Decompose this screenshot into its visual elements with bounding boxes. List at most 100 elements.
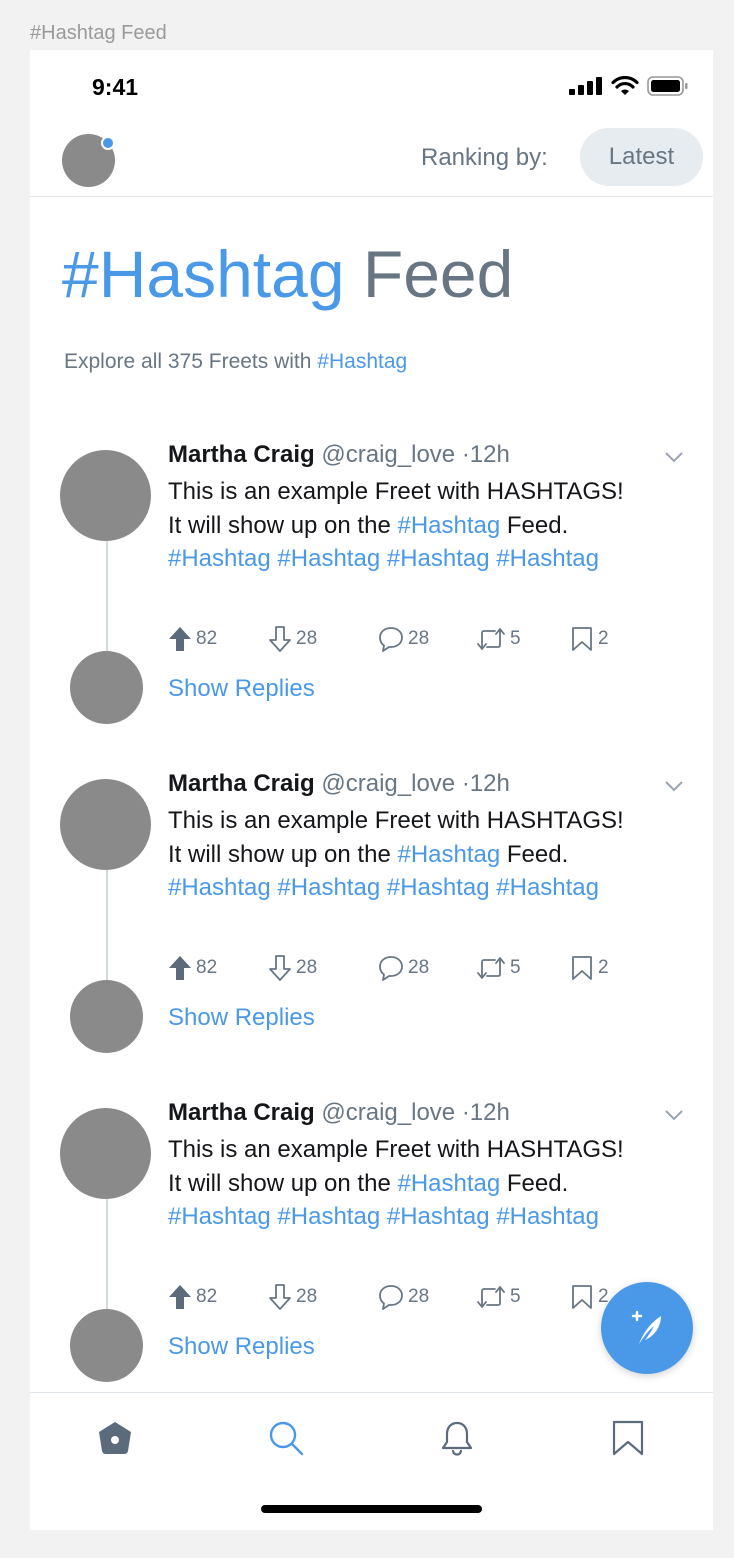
comment-count: 28 <box>408 957 430 978</box>
freet-header: Martha Craig @craig_love ·12h <box>168 1099 510 1127</box>
freet-actions: 82 28 28 5 2 <box>168 954 638 982</box>
refreet-icon <box>477 957 505 979</box>
author-name[interactable]: Martha Craig <box>168 1099 315 1126</box>
hashtag-link[interactable]: #Hashtag <box>168 545 271 572</box>
refreet-icon <box>477 628 505 650</box>
tab-notifications[interactable] <box>432 1413 482 1463</box>
tab-bookmarks[interactable] <box>603 1413 653 1463</box>
hashtag-link[interactable]: #Hashtag <box>277 545 380 572</box>
upvote-button[interactable]: 82 <box>168 1283 217 1311</box>
freet-header: Martha Craig @craig_love ·12h <box>168 770 510 798</box>
chevron-down-icon[interactable] <box>664 451 684 463</box>
hashtag-link[interactable]: #Hashtag <box>387 545 490 572</box>
phone-screen: 9:41 Ranking by: Latest #Hashtag Feed Ex… <box>30 50 713 1530</box>
bookmark-icon <box>572 1285 592 1309</box>
tab-home[interactable] <box>90 1413 140 1463</box>
upvote-arrow-icon <box>169 1285 191 1309</box>
hashtag-link[interactable]: #Hashtag <box>397 841 500 868</box>
hashtag-link[interactable]: #Hashtag <box>496 874 599 901</box>
ranking-label: Ranking by: <box>421 144 548 171</box>
author-avatar[interactable] <box>60 779 151 870</box>
hashtag-link[interactable]: #Hashtag <box>277 1203 380 1230</box>
upvote-count: 82 <box>196 1286 218 1307</box>
refreet-icon <box>477 1286 505 1308</box>
author-name[interactable]: Martha Craig <box>168 441 315 468</box>
show-replies-link[interactable]: Show Replies <box>168 1004 315 1032</box>
downvote-count: 28 <box>296 957 318 978</box>
page-title: #Hashtag Feed <box>62 238 513 310</box>
bell-icon <box>441 1421 473 1456</box>
author-avatar[interactable] <box>60 450 151 541</box>
hashtag-link[interactable]: #Hashtag <box>387 874 490 901</box>
reply-avatar[interactable] <box>70 1309 143 1382</box>
downvote-button[interactable]: 28 <box>268 954 317 982</box>
upvote-button[interactable]: 82 <box>168 625 217 653</box>
freet-actions: 82 28 28 5 2 <box>168 625 638 653</box>
comment-bubble-icon <box>379 1285 403 1310</box>
comment-bubble-icon <box>379 956 403 981</box>
show-replies-link[interactable]: Show Replies <box>168 675 315 703</box>
bookmark-icon <box>572 956 592 980</box>
upvote-count: 82 <box>196 957 218 978</box>
ranking-select-button[interactable]: Latest <box>580 128 703 186</box>
hashtag-link[interactable]: #Hashtag <box>397 512 500 539</box>
freet-time: ·12h <box>461 441 510 468</box>
bookmark-button[interactable]: 2 <box>570 954 609 982</box>
freet-card: Martha Craig @craig_love ·12h This is an… <box>30 736 713 1053</box>
frame-label: #Hashtag Feed <box>30 22 167 44</box>
refreet-button[interactable]: 5 <box>476 1283 521 1311</box>
downvote-button[interactable]: 28 <box>268 1283 317 1311</box>
status-time: 9:41 <box>92 74 139 100</box>
tab-search[interactable] <box>261 1413 311 1463</box>
compose-feather-icon <box>631 1310 661 1344</box>
top-nav-bar: Ranking by: Latest <box>30 120 713 197</box>
bookmark-button[interactable]: 2 <box>570 1283 609 1311</box>
hashtag-link[interactable]: #Hashtag <box>168 874 271 901</box>
bookmark-count: 2 <box>598 628 609 649</box>
author-handle[interactable]: @craig_love <box>321 441 455 468</box>
author-handle[interactable]: @craig_love <box>321 770 455 797</box>
refreet-count: 5 <box>510 628 521 649</box>
thread-line <box>106 541 108 651</box>
hashtag-link[interactable]: #Hashtag <box>397 1170 500 1197</box>
page-title-hashtag: #Hashtag <box>62 237 345 311</box>
refreet-count: 5 <box>510 957 521 978</box>
hashtag-link[interactable]: #Hashtag <box>496 545 599 572</box>
home-icon <box>99 1422 131 1454</box>
thread-line <box>106 1199 108 1309</box>
notification-dot <box>101 136 115 150</box>
comment-button[interactable]: 28 <box>378 954 429 982</box>
chevron-down-icon[interactable] <box>664 1109 684 1121</box>
freet-card: Martha Craig @craig_love ·12h This is an… <box>30 407 713 724</box>
hashtag-link[interactable]: #Hashtag <box>496 1203 599 1230</box>
reply-avatar[interactable] <box>70 980 143 1053</box>
hashtag-link[interactable]: #Hashtag <box>387 1203 490 1230</box>
hashtag-link[interactable]: #Hashtag <box>277 874 380 901</box>
downvote-arrow-icon <box>269 626 291 652</box>
comment-button[interactable]: 28 <box>378 625 429 653</box>
refreet-button[interactable]: 5 <box>476 954 521 982</box>
bookmark-icon <box>572 627 592 651</box>
author-avatar[interactable] <box>60 1108 151 1199</box>
hashtag-link[interactable]: #Hashtag <box>168 1203 271 1230</box>
show-replies-link[interactable]: Show Replies <box>168 1333 315 1361</box>
bookmark-button[interactable]: 2 <box>570 625 609 653</box>
status-icons <box>569 76 689 96</box>
freet-header: Martha Craig @craig_love ·12h <box>168 441 510 469</box>
upvote-button[interactable]: 82 <box>168 954 217 982</box>
comment-button[interactable]: 28 <box>378 1283 429 1311</box>
compose-button[interactable] <box>601 1282 693 1374</box>
reply-avatar[interactable] <box>70 651 143 724</box>
refreet-button[interactable]: 5 <box>476 625 521 653</box>
freet-text: Feed. <box>506 1169 569 1197</box>
battery-icon <box>647 76 688 96</box>
freet-time: ·12h <box>461 770 510 797</box>
author-name[interactable]: Martha Craig <box>168 770 315 797</box>
home-indicator[interactable] <box>261 1505 482 1513</box>
chevron-down-icon[interactable] <box>664 780 684 792</box>
thread-line <box>106 870 108 980</box>
downvote-button[interactable]: 28 <box>268 625 317 653</box>
author-handle[interactable]: @craig_love <box>321 1099 455 1126</box>
page-title-feed: Feed <box>362 237 514 311</box>
subtitle-hashtag-link[interactable]: #Hashtag <box>317 350 407 373</box>
